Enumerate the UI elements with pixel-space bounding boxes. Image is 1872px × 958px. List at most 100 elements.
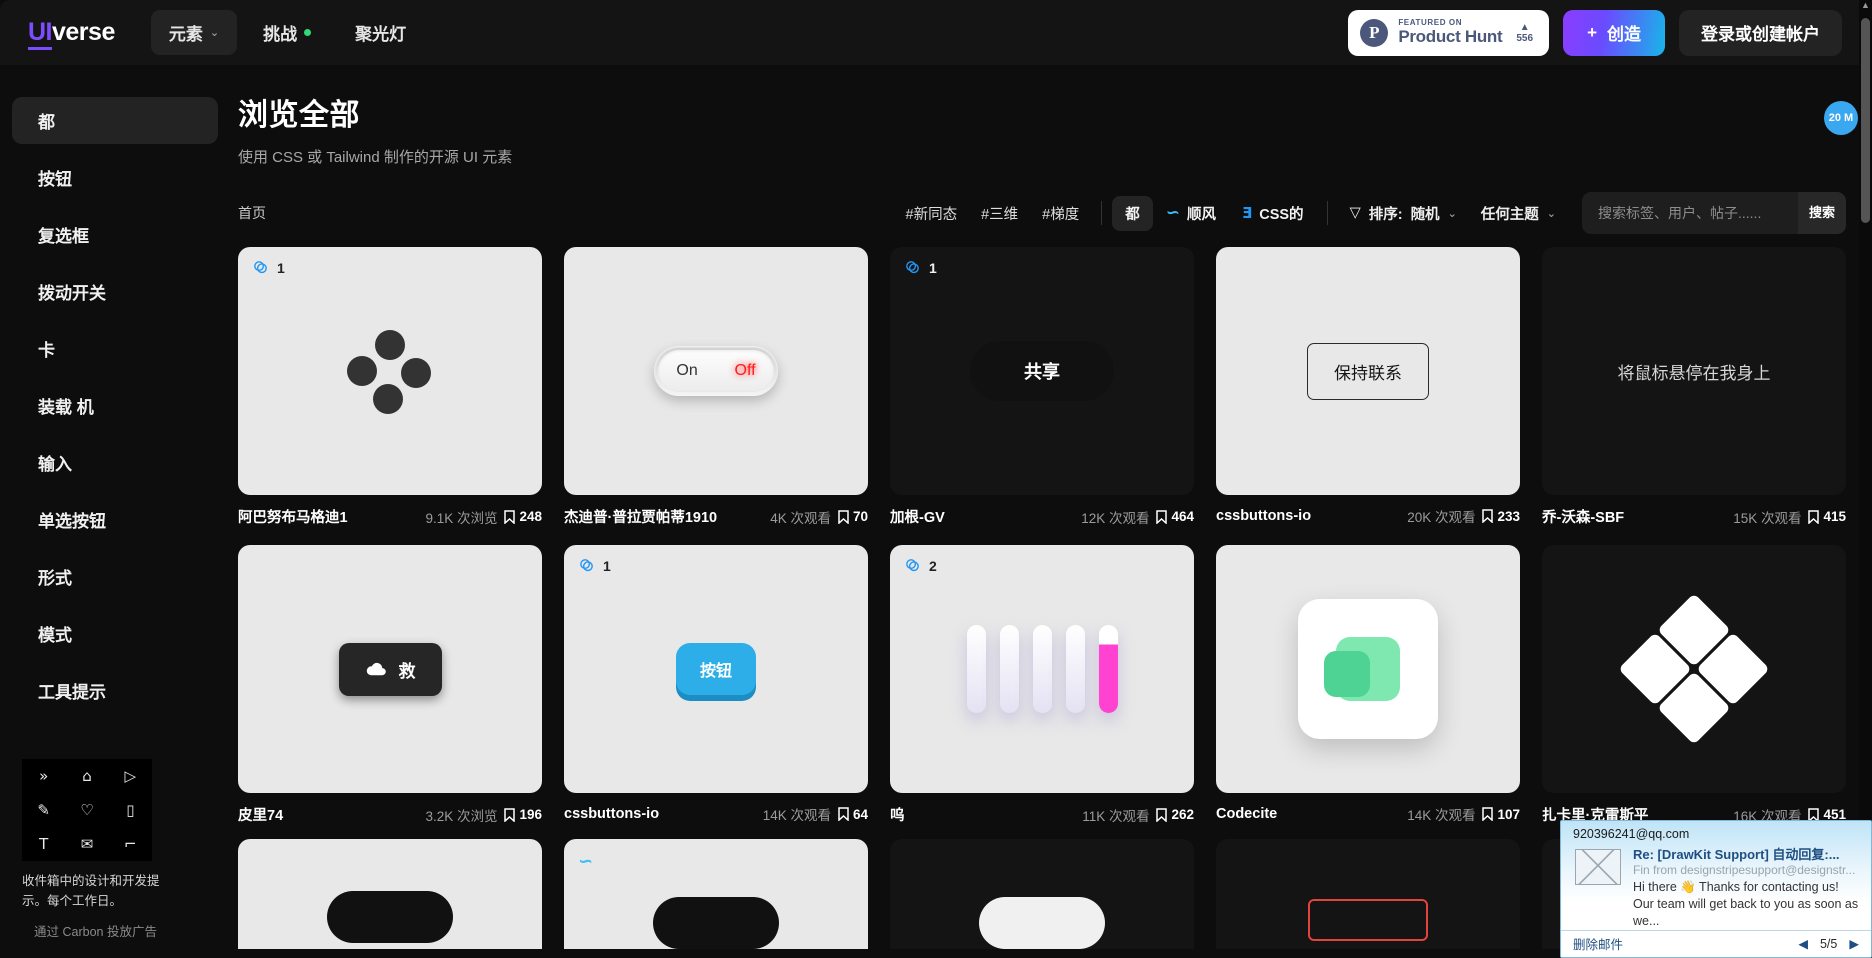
component-preview[interactable]: On Off	[564, 247, 868, 495]
filter-tailwind[interactable]: ∽ 顺风	[1153, 196, 1229, 231]
component-preview[interactable]: 1 共享	[890, 247, 1194, 495]
card-meta: 阿巴努布马格迪1 9.1K 次浏览 248	[238, 506, 542, 527]
card-author[interactable]: 阿巴努布马格迪1	[238, 506, 348, 527]
filter-css[interactable]: Ǝ CSS的	[1229, 196, 1317, 231]
sidebar-item-toggle-switches[interactable]: 拨动开关	[12, 268, 218, 315]
tag-neumorphism[interactable]: #新同态	[894, 195, 970, 232]
card-author[interactable]: 皮里74	[238, 804, 283, 825]
card-saves[interactable]: 107	[1482, 807, 1520, 822]
layer-count: 1	[578, 557, 611, 574]
card-saves[interactable]: 262	[1156, 807, 1194, 822]
component-preview[interactable]: 将鼠标悬停在我身上	[1542, 247, 1846, 495]
component-preview[interactable]: 救	[238, 545, 542, 793]
card-saves-value: 107	[1497, 807, 1520, 822]
card-saves[interactable]: 248	[504, 509, 542, 524]
carbon-ad[interactable]: » ⌂ ▷ ✎ ♡ ▯ T ✉ ⌐ 收件箱中的设计和开发提示。每个工作日。 通过…	[22, 759, 182, 940]
divider	[1327, 201, 1328, 225]
card-author[interactable]: 加根-GV	[890, 506, 945, 527]
layers-icon	[904, 259, 921, 276]
page-scrollbar[interactable]: ▲	[1859, 0, 1872, 958]
card-item: 1 按钮 cssbuttons-io 14K 次观看 64	[564, 545, 868, 825]
save-button-label: 救	[399, 657, 416, 682]
blue-button-component[interactable]: 按钮	[676, 643, 756, 695]
sidebar-item-cards[interactable]: 卡	[12, 325, 218, 372]
component-preview[interactable]	[1216, 839, 1520, 949]
onoff-toggle-component[interactable]: On Off	[654, 346, 778, 396]
sidebar-item-tooltips[interactable]: 工具提示	[12, 667, 218, 714]
toast-page-indicator: 5/5	[1820, 937, 1837, 951]
nav-item-spotlight-label: 聚光灯	[355, 20, 406, 45]
bookmark-icon	[838, 510, 849, 524]
save-button-component[interactable]: 救	[339, 643, 442, 696]
bookmark-icon	[1482, 509, 1493, 523]
card-saves-value: 248	[519, 509, 542, 524]
card-saves-value: 196	[519, 807, 542, 822]
badge-20m: 20 M	[1824, 101, 1858, 135]
sidebar-item-all[interactable]: 都	[12, 97, 218, 144]
card-author[interactable]: 乔-沃森-SBF	[1542, 506, 1624, 527]
sidebar-item-buttons[interactable]: 按钮	[12, 154, 218, 201]
next-mail-button[interactable]: ▶	[1849, 936, 1859, 951]
card-author[interactable]: Codecite	[1216, 806, 1277, 822]
share-button-component[interactable]: 共享	[970, 341, 1114, 401]
filter-all[interactable]: 都	[1112, 196, 1153, 231]
tag-gradient[interactable]: #梯度	[1030, 195, 1091, 232]
prev-mail-button[interactable]: ◀	[1798, 936, 1808, 951]
card-saves[interactable]: 233	[1482, 509, 1520, 524]
breadcrumb[interactable]: 首页	[238, 203, 266, 223]
sidebar-item-forms[interactable]: 形式	[12, 553, 218, 600]
cursor-add-icon: ▷	[125, 767, 137, 785]
component-preview[interactable]: ∽	[564, 839, 868, 949]
theme-dropdown[interactable]: 任何主题 ⌄	[1469, 196, 1568, 231]
card-author[interactable]: cssbuttons-io	[564, 806, 659, 822]
sort-dropdown[interactable]: ▽ 排序: 随机 ⌄	[1338, 196, 1469, 231]
component-preview[interactable]	[1542, 545, 1846, 793]
nav-item-elements[interactable]: 元素 ⌄	[151, 10, 237, 55]
sidebar-item-checkboxes[interactable]: 复选框	[12, 211, 218, 258]
login-or-signup-button[interactable]: 登录或创建帐户	[1679, 10, 1842, 56]
card-saves[interactable]: 464	[1156, 509, 1194, 524]
bookmark-icon	[1808, 510, 1819, 524]
carbon-ad-credit[interactable]: 通过 Carbon 投放广告	[22, 921, 182, 940]
card-stats: 3.2K 次浏览 196	[425, 805, 542, 825]
sidebar-item-inputs[interactable]: 输入	[12, 439, 218, 486]
page-subtitle: 使用 CSS 或 Tailwind 制作的开源 UI 元素	[238, 146, 1846, 167]
toast-subject[interactable]: Re: [DrawKit Support] 自动回复:...	[1633, 847, 1861, 863]
component-preview[interactable]	[890, 839, 1194, 949]
card-saves-value: 262	[1171, 807, 1194, 822]
sidebar-item-loaders[interactable]: 装载 机	[12, 382, 218, 429]
uiverse-logo[interactable]: UIverse	[28, 18, 115, 47]
sidebar-item-patterns[interactable]: 模式	[12, 610, 218, 657]
search-button[interactable]: 搜索	[1798, 192, 1846, 234]
card-saves[interactable]: 64	[838, 807, 868, 822]
nav-item-spotlight[interactable]: 聚光灯	[337, 10, 424, 55]
plus-icon: +	[1587, 23, 1597, 43]
component-preview[interactable]: 保持联系	[1216, 247, 1520, 495]
mail-notification-toast[interactable]: 920396241@qq.com Re: [DrawKit Support] 自…	[1560, 820, 1872, 958]
card-author[interactable]: 呜	[890, 804, 905, 825]
sidebar-item-radio-buttons[interactable]: 单选按钮	[12, 496, 218, 543]
component-preview[interactable]: 2	[890, 545, 1194, 793]
pen-icon: ✎	[37, 801, 50, 819]
scrollbar-thumb[interactable]	[1861, 18, 1870, 223]
hover-me-text-component[interactable]: 将鼠标悬停在我身上	[1618, 359, 1771, 384]
card-saves[interactable]: 415	[1808, 509, 1846, 524]
card-author[interactable]: 杰迪普·普拉贾帕蒂1910	[564, 506, 717, 527]
nav-item-challenges[interactable]: 挑战	[245, 10, 329, 55]
scroll-up-arrow[interactable]: ▲	[1859, 0, 1872, 10]
card-author[interactable]: cssbuttons-io	[1216, 508, 1311, 524]
search-input[interactable]	[1582, 192, 1798, 234]
delete-mail-button[interactable]: 删除邮件	[1573, 934, 1623, 953]
theme-value: 任何主题	[1481, 203, 1539, 224]
component-preview[interactable]	[1216, 545, 1520, 793]
component-preview[interactable]: 1 按钮	[564, 545, 868, 793]
keep-in-touch-button-component[interactable]: 保持联系	[1307, 343, 1429, 400]
tag-3d[interactable]: #三维	[969, 195, 1030, 232]
card-saves[interactable]: 70	[838, 509, 868, 524]
product-hunt-badge[interactable]: P FEATURED ON Product Hunt ▲ 556	[1348, 10, 1549, 56]
create-button[interactable]: + 创造	[1563, 10, 1665, 56]
card-item: 保持联系 cssbuttons-io 20K 次观看 233	[1216, 247, 1520, 527]
component-preview[interactable]: 1	[238, 247, 542, 495]
component-preview[interactable]	[238, 839, 542, 949]
card-saves[interactable]: 196	[504, 807, 542, 822]
